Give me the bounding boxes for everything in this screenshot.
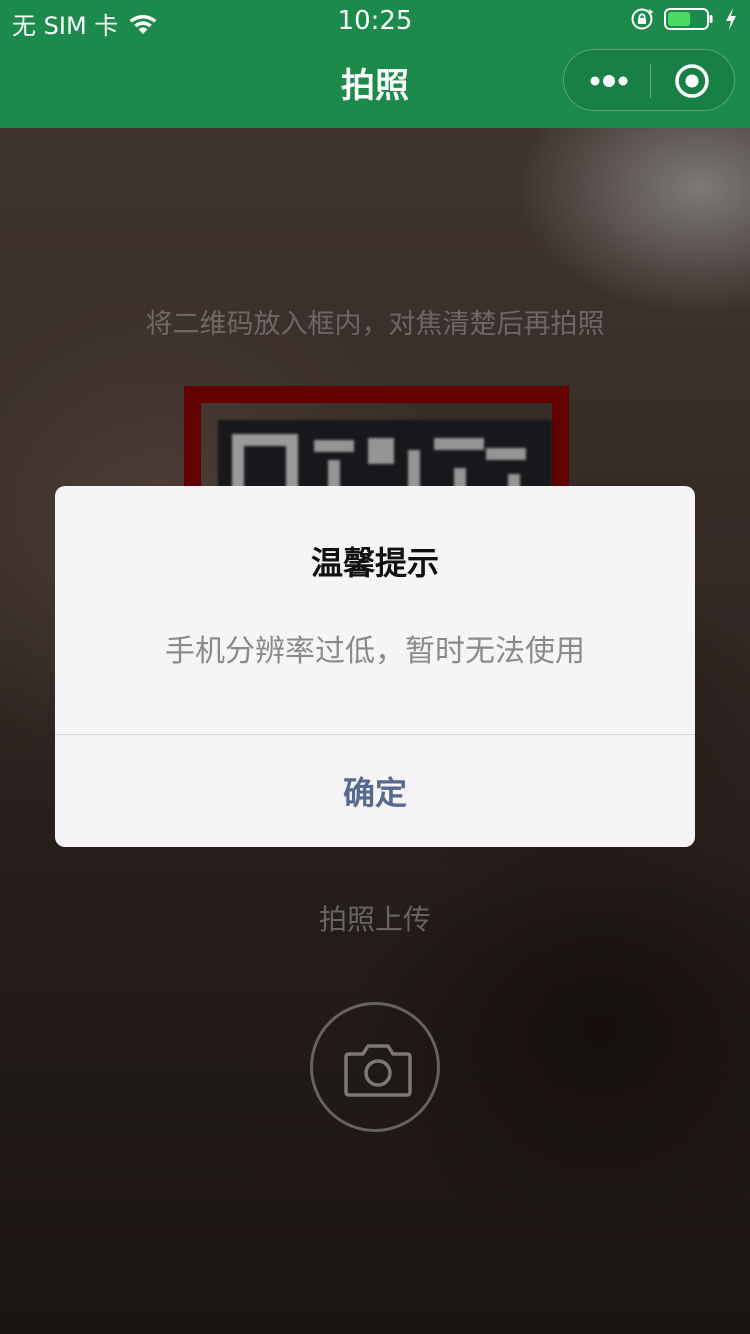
top-bar: 无 SIM 卡 10:25 拍照 — [0, 0, 750, 128]
mini-program-capsule — [563, 49, 735, 111]
dialog-title: 温馨提示 — [310, 544, 439, 582]
battery-icon — [664, 8, 713, 30]
alert-dialog: 温馨提示 手机分辨率过低，暂时无法使用 确定 — [55, 486, 695, 847]
status-right — [630, 7, 738, 31]
more-icon[interactable] — [586, 68, 632, 94]
capsule-divider — [650, 64, 651, 98]
charging-bolt-icon — [726, 8, 736, 30]
status-bar: 无 SIM 卡 10:25 — [0, 0, 750, 40]
screen: 将二维码放入框内，对焦清楚后再拍照 拍照上传 无 SIM 卡 10:25 拍照 … — [0, 0, 750, 1334]
orientation-lock-icon — [631, 8, 654, 30]
dialog-message: 手机分辨率过低，暂时无法使用 — [165, 634, 585, 669]
target-icon[interactable] — [674, 63, 710, 99]
confirm-button[interactable]: 确定 — [55, 735, 695, 847]
